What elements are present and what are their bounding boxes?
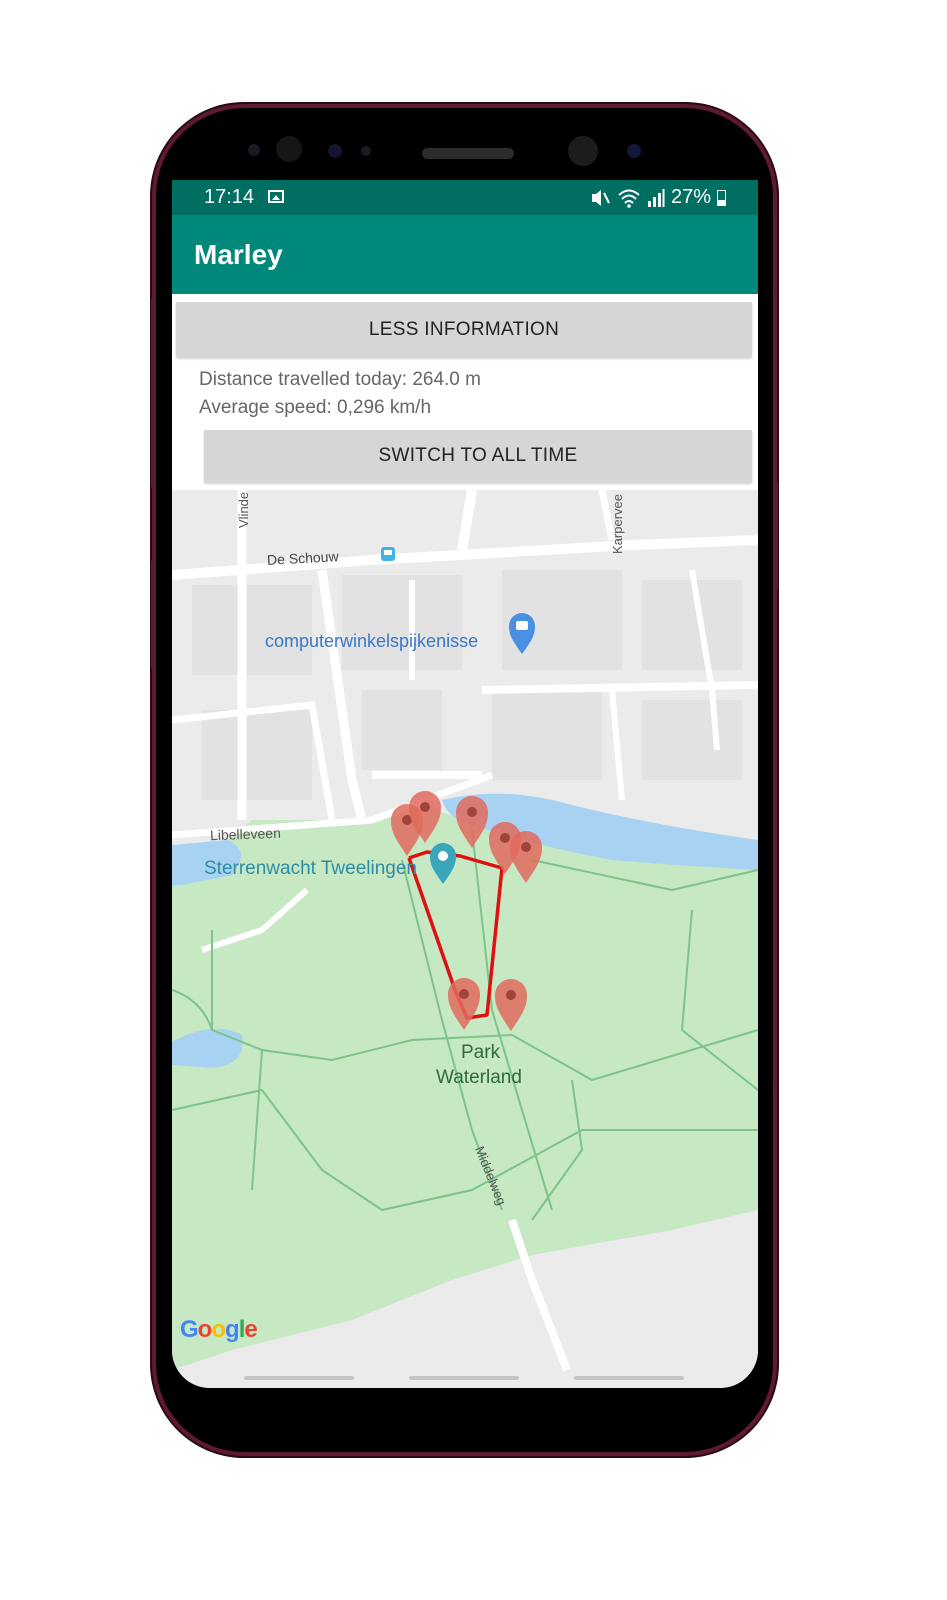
battery-percent: 27% (670, 186, 711, 208)
nav-indicator (244, 1376, 354, 1380)
sensor-dot (248, 144, 260, 156)
status-time: 17:14 (204, 186, 255, 208)
sensor-dot (361, 146, 371, 156)
google-logo: Google (180, 1316, 258, 1344)
signal-icon (647, 188, 665, 207)
google-logo-letter: o (197, 1316, 213, 1343)
app-title: Marley (194, 239, 283, 270)
iris-sensor (276, 136, 302, 162)
speed-text: Average speed: 0,296 km/h (199, 397, 432, 418)
front-camera (568, 136, 598, 166)
nav-indicator (409, 1376, 519, 1380)
sensor-dot (627, 144, 641, 158)
status-icons: 27% (589, 186, 726, 209)
place-label-shop[interactable]: computerwinkelspijkenisse (265, 631, 478, 652)
street-label-libelle: Libelleveen (209, 824, 282, 844)
map-view[interactable]: Vlinde De Schouw Karpervee computerwinke… (172, 490, 758, 1388)
park-label-line1: Park (461, 1042, 501, 1063)
google-logo-letter: e (244, 1316, 257, 1343)
nav-indicator (574, 1376, 684, 1380)
distance-text: Distance travelled today: 264.0 m (199, 369, 481, 390)
place-label-observatory[interactable]: Sterrenwacht Tweelingen (204, 858, 417, 880)
app-bar: Marley (172, 215, 758, 294)
earpiece-speaker (422, 148, 514, 159)
status-bar: 17:14 27% (172, 180, 758, 215)
screen: 17:14 27% Marley LESS INFORMATION Distan… (172, 180, 758, 1388)
power-button (773, 482, 778, 590)
less-information-button[interactable]: LESS INFORMATION (176, 302, 752, 357)
image-icon (268, 190, 284, 203)
sensor-dot (328, 144, 342, 158)
volume-button (151, 298, 156, 488)
bixby-button (151, 560, 156, 668)
street-label-karper: Karpervee (610, 494, 625, 554)
google-logo-letter: G (180, 1316, 199, 1343)
mute-icon (591, 189, 610, 206)
google-logo-letter: o (211, 1316, 226, 1343)
battery-icon (717, 189, 726, 206)
google-logo-letter: g (225, 1316, 240, 1343)
street-label-vlinder: Vlinde (236, 491, 251, 528)
wifi-icon (618, 189, 640, 208)
map-canvas (172, 490, 758, 1372)
park-label-line2: Waterland (436, 1067, 522, 1088)
bus-stop-icon[interactable] (381, 547, 395, 561)
switch-all-time-button[interactable]: SWITCH TO ALL TIME (204, 430, 752, 482)
